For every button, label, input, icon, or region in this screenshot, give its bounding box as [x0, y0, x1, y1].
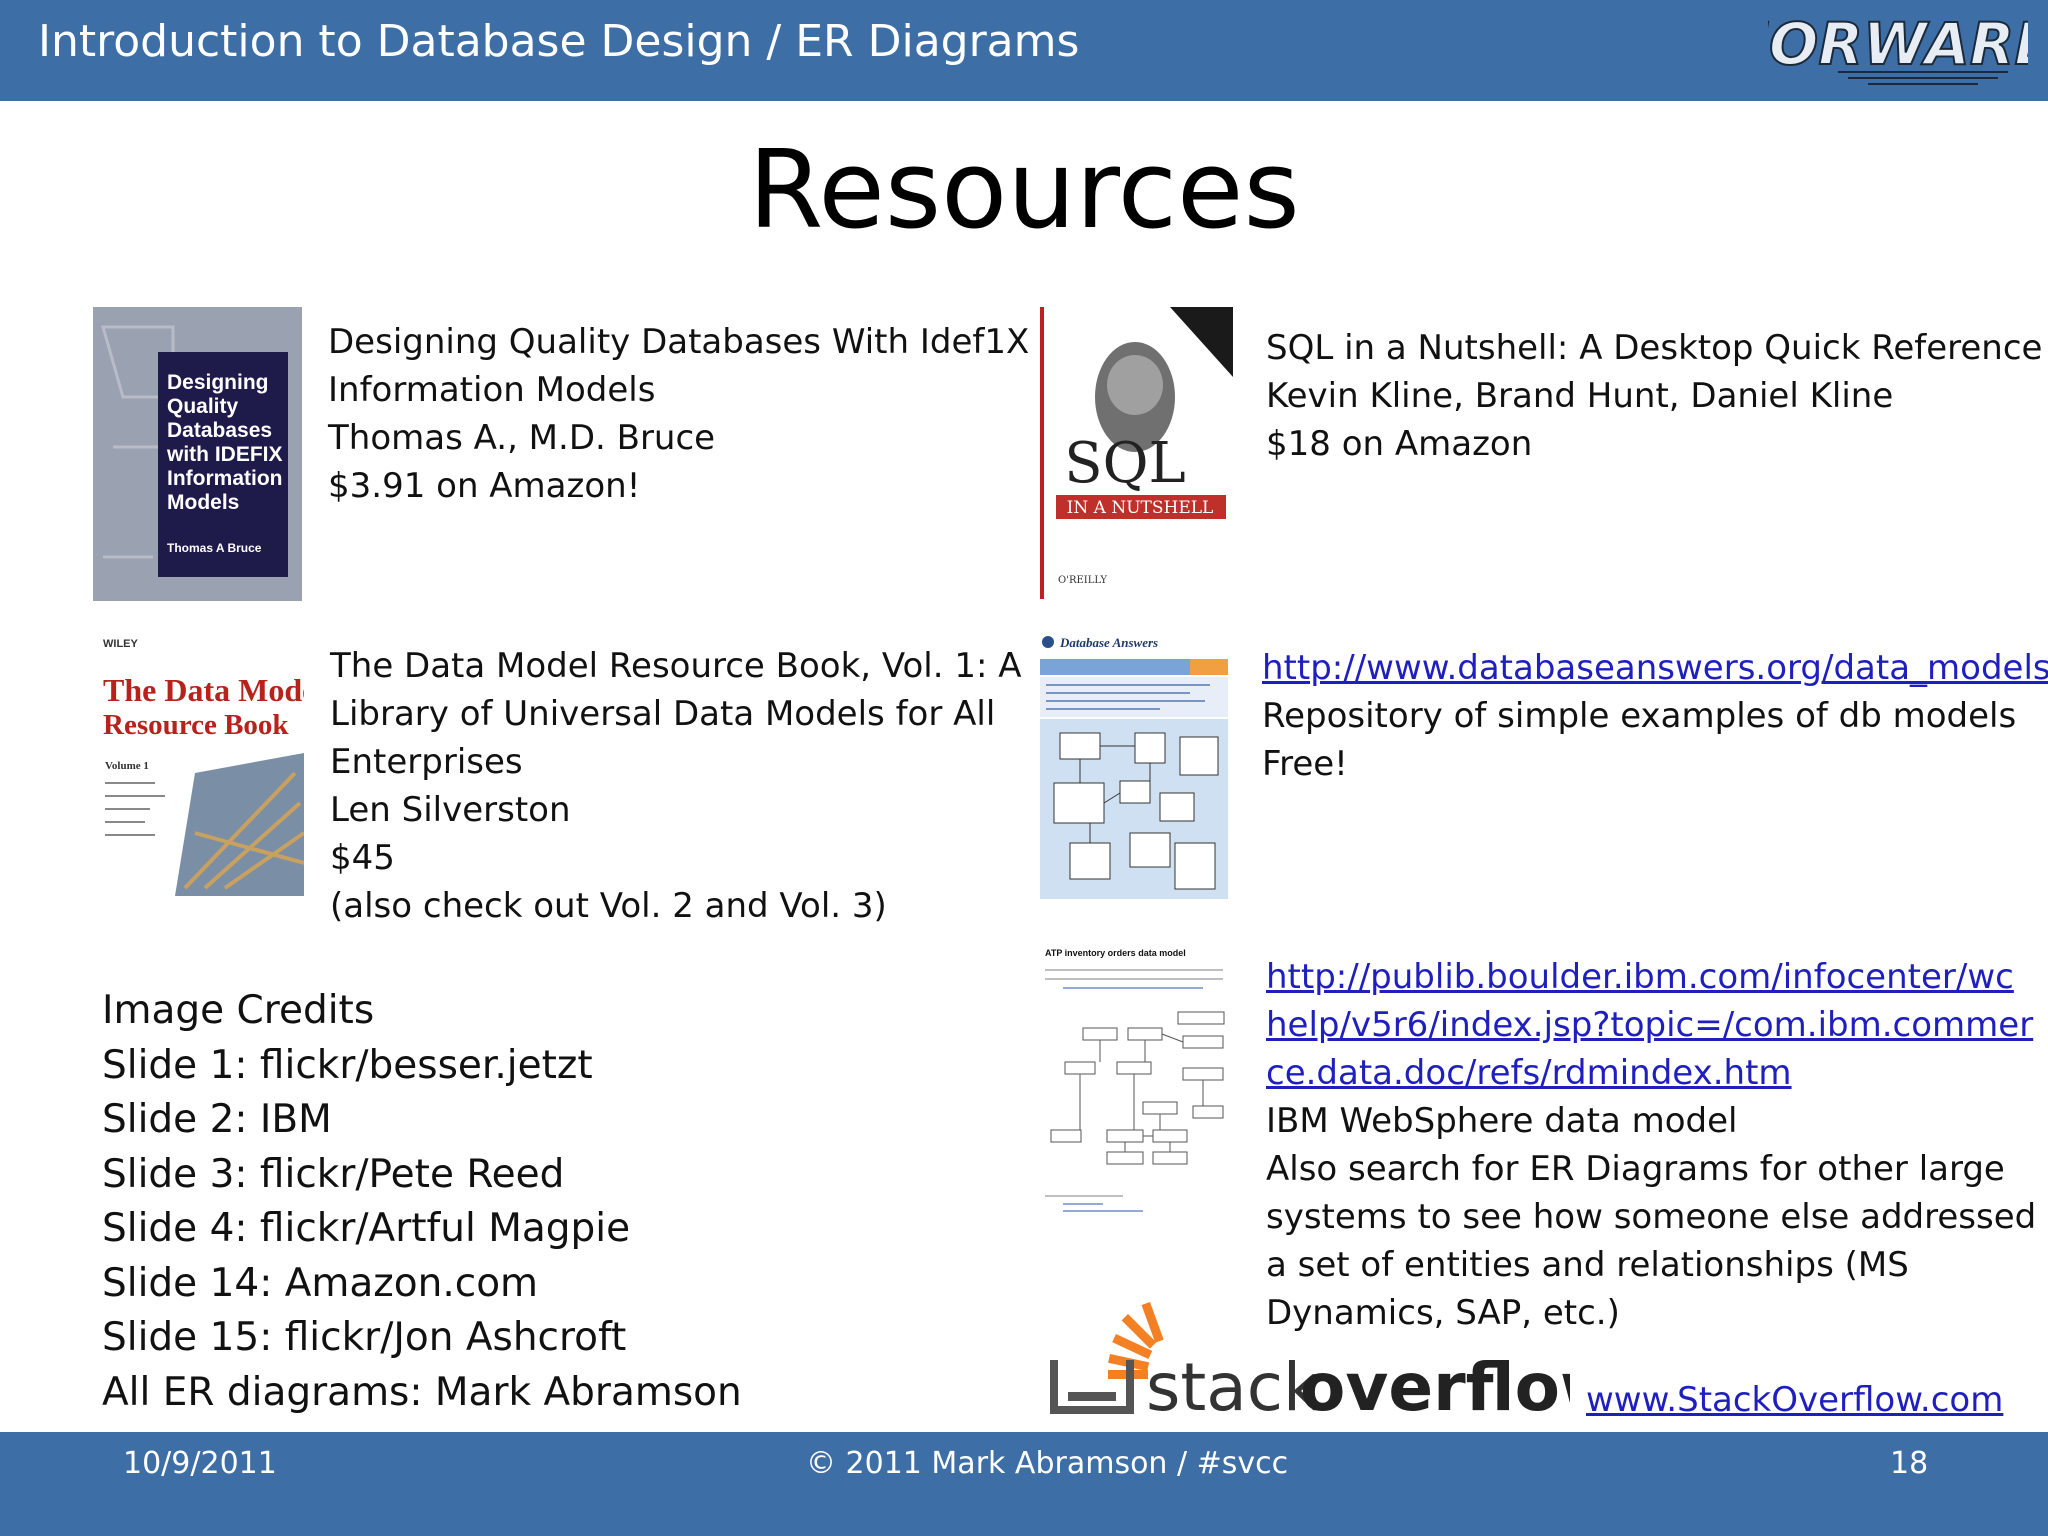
ibm-link-line-2[interactable]: help/v5r6/index.jsp?topic=/com.ibm.comme… — [1266, 1005, 2033, 1045]
credit-line: Slide 3: flickr/Pete Reed — [102, 1151, 565, 1197]
header-bar: Introduction to Database Design / ER Dia… — [0, 0, 2048, 101]
databaseanswers-link[interactable]: http://www.databaseanswers.org/data_mode… — [1262, 648, 2048, 688]
footer-bar: 10/9/2011 © 2011 Mark Abramson / #svcc 1… — [0, 1432, 2048, 1536]
text-line: Information Models — [328, 370, 656, 410]
text-line: IBM WebSphere data model — [1266, 1101, 1738, 1141]
text-line: (also check out Vol. 2 and Vol. 3) — [330, 886, 887, 926]
svg-text:with IDEFIX: with IDEFIX — [166, 443, 283, 466]
credit-line: Slide 2: IBM — [102, 1097, 332, 1142]
svg-text:Resource Book: Resource Book — [103, 709, 289, 741]
footer-copyright: © 2011 Mark Abramson / #svcc — [806, 1446, 1289, 1481]
image-credits: Image Credits Slide 1: flickr/besser.jet… — [102, 984, 742, 1420]
footer-date: 10/9/2011 — [123, 1446, 277, 1481]
svg-text:Quality: Quality — [167, 395, 239, 418]
text-line: systems to see how someone else addresse… — [1266, 1197, 2037, 1237]
text-line: Library of Universal Data Models for All — [330, 694, 996, 734]
svg-text:Thomas A Bruce: Thomas A Bruce — [167, 541, 262, 555]
text-line: $18 on Amazon — [1266, 424, 1533, 464]
svg-text:The Data Model: The Data Model — [103, 672, 304, 708]
databaseanswers-screenshot: Database Answers — [1040, 633, 1228, 899]
text-line: Kevin Kline, Brand Hunt, Daniel Kline — [1266, 376, 1894, 416]
forward-logo: FORWARD — [1768, 9, 2028, 85]
svg-text:Information: Information — [167, 467, 283, 490]
svg-text:IN A NUTSHELL: IN A NUTSHELL — [1067, 498, 1214, 518]
text-line: $3.91 on Amazon! — [328, 466, 641, 506]
text-line: Len Silverston — [330, 790, 571, 830]
text-line: Designing Quality Databases With Idef1X — [328, 322, 1030, 362]
resource-data-model-resource-book: The Data Model Resource Book, Vol. 1: A … — [330, 642, 1022, 930]
ibm-link-line-3[interactable]: ce.data.doc/refs/rdmindex.htm — [1266, 1053, 1792, 1093]
stackoverflow-link[interactable]: www.StackOverflow.com — [1586, 1380, 2003, 1420]
svg-text:WILEY: WILEY — [103, 638, 138, 650]
resource-databaseanswers: http://www.databaseanswers.org/data_mode… — [1262, 644, 2048, 788]
book-cover-data-model-resource-book: WILEY The Data Model Resource Book Volum… — [95, 633, 304, 896]
ibm-data-model-screenshot: ATP inventory orders data model — [1043, 946, 1228, 1220]
svg-text:Volume 1: Volume 1 — [105, 760, 149, 772]
svg-text:ATP inventory orders data mode: ATP inventory orders data model — [1045, 948, 1186, 958]
logo-word-stack: stack — [1146, 1349, 1322, 1420]
logo-text: FORWARD — [1768, 10, 2028, 78]
resource-idef1x: Designing Quality Databases With Idef1X … — [328, 318, 1029, 510]
svg-text:Models: Models — [167, 491, 239, 514]
text-line: Repository of simple examples of db mode… — [1262, 696, 2017, 736]
resource-sql-nutshell: SQL in a Nutshell: A Desktop Quick Refer… — [1266, 324, 2042, 468]
book-cover-idef1x: Designing Quality Databases with IDEFIX … — [93, 307, 302, 601]
presentation-title: Introduction to Database Design / ER Dia… — [38, 16, 1080, 67]
credits-heading: Image Credits — [102, 988, 375, 1033]
text-line: SQL in a Nutshell: A Desktop Quick Refer… — [1266, 328, 2043, 368]
svg-text:Designing: Designing — [167, 371, 269, 394]
svg-text:Database Answers: Database Answers — [1059, 635, 1158, 650]
text-line: Enterprises — [330, 742, 523, 782]
text-line: Free! — [1262, 744, 1348, 784]
text-line: Thomas A., M.D. Bruce — [328, 418, 716, 458]
svg-text:O'REILLY: O'REILLY — [1058, 575, 1107, 586]
ibm-link-line-1[interactable]: http://publib.boulder.ibm.com/infocenter… — [1266, 957, 2014, 997]
credit-line: Slide 15: flickr/Jon Ashcroft — [102, 1315, 627, 1360]
text-line: Also search for ER Diagrams for other la… — [1266, 1149, 2005, 1189]
credit-line: Slide 14: Amazon.com — [102, 1260, 539, 1306]
svg-text:Databases: Databases — [167, 419, 272, 442]
slide-title: Resources — [748, 128, 1300, 253]
stackoverflow-logo: stack overflow — [1050, 1302, 1570, 1420]
logo-word-overflow: overflow — [1300, 1349, 1570, 1420]
credit-line: Slide 4: flickr/Artful Magpie — [102, 1206, 631, 1251]
credit-line: Slide 1: flickr/besser.jetzt — [102, 1042, 593, 1088]
svg-text:SQL: SQL — [1064, 431, 1185, 496]
book-cover-sql-nutshell: SQL IN A NUTSHELL O'REILLY — [1040, 307, 1233, 599]
text-line: $45 — [330, 838, 395, 878]
credit-line: All ER diagrams: Mark Abramson — [102, 1369, 742, 1415]
text-line: The Data Model Resource Book, Vol. 1: A — [330, 646, 1022, 686]
stackoverflow-entry: www.StackOverflow.com — [1586, 1376, 2003, 1424]
page-number: 18 — [1890, 1446, 1929, 1481]
